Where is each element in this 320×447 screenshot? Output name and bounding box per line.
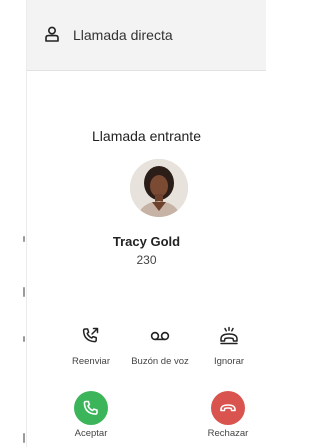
header-title: Llamada directa xyxy=(73,27,173,43)
phone-forward-icon xyxy=(82,327,99,343)
edge-tick xyxy=(23,236,25,242)
hangup-icon xyxy=(220,404,236,412)
forward-label: Reenviar xyxy=(71,356,111,367)
accept-button[interactable] xyxy=(74,391,108,425)
forward-button[interactable]: Reenviar xyxy=(56,326,126,367)
reject-label: Rechazar xyxy=(207,428,249,439)
reject-button[interactable] xyxy=(211,391,245,425)
user-icon xyxy=(45,26,59,42)
call-status-label: Llamada entrante xyxy=(92,128,201,144)
left-edge xyxy=(0,0,26,447)
incoming-call-panel: Llamada directa Llamada entrante Tracy G… xyxy=(26,0,266,447)
ignore-label: Ignorar xyxy=(213,356,245,367)
caller-avatar xyxy=(130,159,188,217)
panel-header: Llamada directa xyxy=(27,0,266,71)
ignore-button[interactable]: Ignorar xyxy=(194,326,264,367)
voicemail-button[interactable]: Buzón de voz xyxy=(125,326,195,367)
caller-number: 230 xyxy=(136,253,157,267)
voicemail-label: Buzón de voz xyxy=(131,356,189,367)
edge-tick xyxy=(23,336,25,342)
edge-tick xyxy=(23,287,25,297)
edge-tick xyxy=(23,433,25,443)
phone-icon xyxy=(83,400,98,415)
voicemail-icon xyxy=(150,331,170,341)
accept-label: Aceptar xyxy=(74,428,108,439)
caller-name: Tracy Gold xyxy=(112,234,181,249)
bell-ringing-off-icon xyxy=(220,326,238,345)
